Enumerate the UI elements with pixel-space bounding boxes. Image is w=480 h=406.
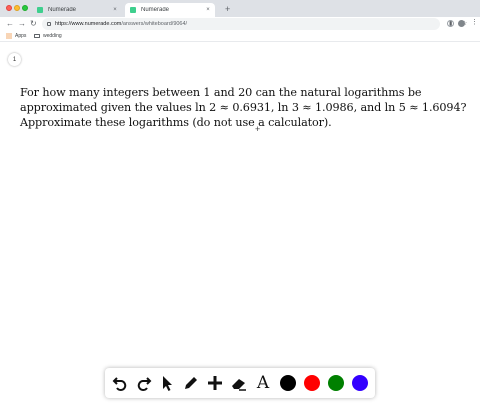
bookmark-label: Apps [15, 33, 27, 39]
reload-icon[interactable]: ↻ [30, 18, 37, 30]
tab-strip: Numerade × Numerade × + [0, 0, 480, 17]
tab-close-icon[interactable]: × [204, 7, 212, 13]
page-number-badge[interactable]: 1 [8, 53, 21, 66]
apps-grid-icon [6, 33, 12, 39]
folder-icon [34, 34, 40, 38]
whiteboard-canvas[interactable]: 1 For how many integers between 1 and 20… [0, 42, 480, 406]
url-path: /answers/whiteboard/9064/ [121, 21, 188, 27]
address-bar[interactable]: https://www.numerade.com/answers/whitebo… [42, 18, 467, 30]
color-swatch-blue[interactable] [352, 375, 368, 391]
url-host: https://www.numerade.com [55, 21, 122, 27]
window-close-button[interactable] [6, 5, 12, 11]
numerade-favicon-icon [130, 7, 136, 13]
tab-close-icon[interactable]: × [111, 7, 119, 13]
add-icon[interactable] [204, 373, 226, 393]
new-tab-button[interactable]: + [225, 3, 230, 15]
drawing-toolbar: A [105, 368, 375, 398]
numerade-favicon-icon [37, 7, 43, 13]
color-swatch-green[interactable] [328, 375, 344, 391]
menu-dots-icon[interactable]: ⋮ [471, 19, 478, 27]
window-maximize-button[interactable] [22, 5, 28, 11]
select-icon[interactable] [156, 373, 178, 393]
color-swatch-red[interactable] [304, 375, 320, 391]
tab-numerade-2[interactable]: Numerade × [125, 3, 215, 17]
bookmark-apps[interactable]: Apps [6, 33, 26, 39]
lock-icon [47, 22, 51, 26]
redo-icon[interactable] [133, 373, 155, 393]
text-icon[interactable]: A [252, 373, 274, 393]
crosshair-cursor-icon: + [255, 124, 261, 134]
forward-arrow-icon[interactable]: → [18, 18, 26, 30]
undo-icon[interactable] [109, 373, 131, 393]
browser-toolbar: ← → ↻ https://www.numerade.com/answers/w… [0, 17, 480, 32]
back-arrow-icon[interactable]: ← [6, 18, 14, 30]
profile-avatar-icon[interactable] [458, 20, 465, 27]
question-text: For how many integers between 1 and 20 c… [20, 86, 467, 129]
pen-icon[interactable] [180, 373, 202, 393]
tab-label: Numerade [141, 7, 170, 13]
window-minimize-button[interactable] [14, 5, 20, 11]
extension-icon[interactable] [447, 20, 454, 27]
bookmark-wedding[interactable]: wedding [34, 33, 62, 39]
tab-label: Numerade [48, 7, 77, 13]
eraser-icon[interactable] [228, 373, 250, 393]
bookmarks-bar: Apps wedding [0, 32, 480, 42]
url-text[interactable]: https://www.numerade.com/answers/whitebo… [55, 21, 187, 27]
tab-numerade-1[interactable]: Numerade × [32, 3, 122, 17]
bookmark-label: wedding [43, 33, 62, 39]
color-swatch-black[interactable] [280, 375, 296, 391]
